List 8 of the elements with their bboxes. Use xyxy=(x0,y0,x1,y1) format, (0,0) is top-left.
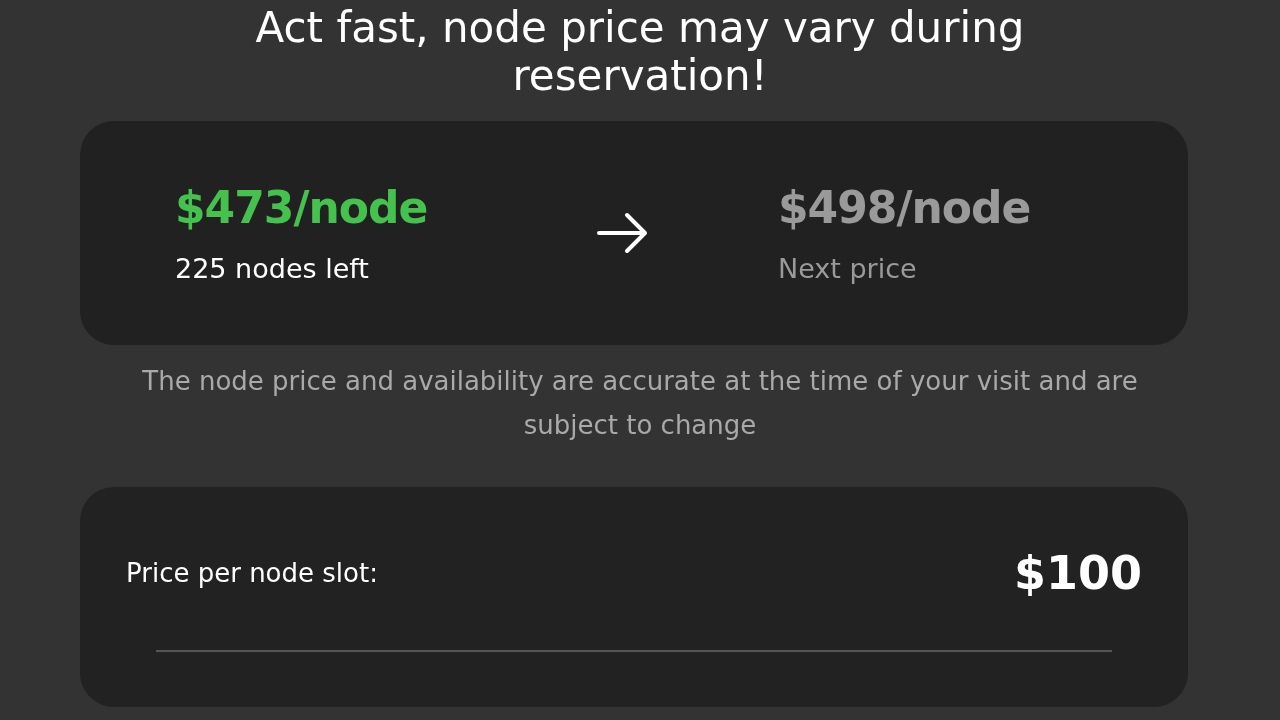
nodes-left: 225 nodes left xyxy=(175,252,370,287)
current-price: $473/node xyxy=(175,181,428,236)
slot-price-value: $100 xyxy=(1013,544,1142,602)
page-heading: Act fast, node price may vary during reservation! xyxy=(254,2,1026,101)
next-price-label: Next price xyxy=(778,252,918,287)
disclaimer-text: The node price and availability are accurate at the time of your visit and are subject to change xyxy=(141,364,1139,442)
next-price: $498/node xyxy=(778,181,1032,236)
slot-price-label: Price per node slot: xyxy=(126,556,378,590)
